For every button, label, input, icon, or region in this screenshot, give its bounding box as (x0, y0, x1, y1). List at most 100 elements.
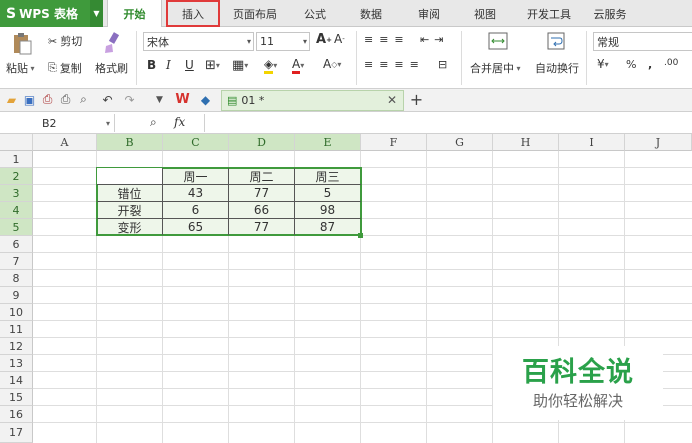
distribute-icon[interactable]: ⊟ (438, 58, 447, 71)
font-size-select[interactable]: 11 ▾ (256, 32, 310, 51)
italic-icon[interactable]: I (166, 58, 171, 72)
tab-review[interactable]: 审阅 (406, 0, 452, 27)
cell-e3[interactable]: 5 (295, 185, 360, 201)
row-header-9[interactable]: 9 (0, 287, 33, 304)
cut-button[interactable]: ✂ 剪切 (48, 33, 82, 49)
tab-developer[interactable]: 开发工具 (516, 0, 582, 27)
indent-icons[interactable]: ⇤⇥ (420, 33, 448, 46)
close-icon[interactable]: ✕ (387, 93, 397, 107)
row-header-5[interactable]: 5 (0, 219, 33, 236)
name-box[interactable]: B2 ▾ (0, 114, 115, 132)
row-header-6[interactable]: 6 (0, 236, 33, 253)
tab-page-layout[interactable]: 页面布局 (222, 0, 288, 27)
chevron-down-icon[interactable]: ▾ (106, 119, 110, 128)
cell-b3[interactable]: 错位 (97, 185, 162, 201)
tab-view[interactable]: 视图 (462, 0, 508, 27)
col-header-c[interactable]: C (163, 134, 229, 151)
row-header-14[interactable]: 14 (0, 372, 33, 389)
row-header-2[interactable]: 2 (0, 168, 33, 185)
increase-decimal-button[interactable]: .00 (664, 58, 678, 68)
row-header-10[interactable]: 10 (0, 304, 33, 321)
fx-icon[interactable]: fx (174, 115, 185, 129)
select-all-corner[interactable] (0, 134, 33, 151)
row-header-15[interactable]: 15 (0, 389, 33, 406)
cell-b5[interactable]: 变形 (97, 219, 162, 235)
underline-icon[interactable]: U (185, 58, 194, 72)
merge-center-button[interactable]: 合并居中 ▾ (470, 60, 521, 76)
copy-button[interactable]: ⎘ 复制 (48, 60, 82, 76)
cell-style-icon[interactable]: ▦ ▾ (232, 58, 248, 73)
border-icon[interactable]: ⊞ ▾ (205, 58, 220, 73)
save-icon[interactable]: ▣ (22, 92, 37, 107)
merge-center-icon[interactable] (487, 31, 509, 51)
cell-c2[interactable]: 周一 (163, 168, 228, 184)
cell-e2[interactable]: 周三 (295, 168, 360, 184)
row-header-12[interactable]: 12 (0, 338, 33, 355)
comma-button[interactable]: , (648, 58, 652, 71)
col-header-i[interactable]: I (559, 134, 625, 151)
undo-icon[interactable]: ↶ (100, 92, 115, 107)
cell-c5[interactable]: 65 (163, 219, 228, 235)
row-header-11[interactable]: 11 (0, 321, 33, 338)
format-painter-button[interactable]: 格式刷 (95, 60, 128, 76)
zoom-search-icon[interactable]: ⌕ (150, 115, 157, 130)
new-tab-icon[interactable]: + (409, 90, 424, 109)
col-header-g[interactable]: G (427, 134, 493, 151)
open-folder-icon[interactable]: ▰ (4, 92, 19, 107)
print-pdf-icon[interactable]: ⎙ (40, 92, 55, 107)
print-preview-icon[interactable]: ⌕ (76, 92, 91, 107)
wrap-text-button[interactable]: 自动换行 (535, 60, 579, 76)
row-header-17[interactable]: 17 (0, 423, 33, 443)
cell-d3[interactable]: 77 (229, 185, 294, 201)
font-name-select[interactable]: 宋体 ▾ (143, 32, 254, 51)
formula-input[interactable] (204, 114, 692, 132)
tab-insert[interactable]: 插入 (166, 0, 220, 27)
app-menu-button[interactable]: S WPS 表格 ▼ (0, 0, 103, 27)
tab-data[interactable]: 数据 (348, 0, 394, 27)
row-header-3[interactable]: 3 (0, 185, 33, 202)
chevron-down-icon[interactable]: ▼ (90, 0, 103, 27)
cell-c3[interactable]: 43 (163, 185, 228, 201)
paste-button[interactable]: 粘贴 ▾ (6, 60, 35, 76)
bold-icon[interactable]: B (147, 58, 156, 72)
shrink-font-icon[interactable]: A- (334, 32, 345, 46)
row-header-13[interactable]: 13 (0, 355, 33, 372)
percent-button[interactable]: % (626, 58, 636, 71)
row-header-1[interactable]: 1 (0, 151, 33, 168)
currency-icon[interactable]: ¥ ▾ (597, 57, 609, 71)
grow-font-icon[interactable]: A + (316, 32, 332, 47)
customize-dropdown-icon[interactable]: ▼ (152, 92, 167, 107)
fill-color-icon[interactable]: ◈ ▾ (264, 57, 277, 74)
cell-d2[interactable]: 周二 (229, 168, 294, 184)
col-header-b[interactable]: B (97, 134, 163, 151)
cell-b2[interactable] (97, 168, 162, 184)
document-tab[interactable]: ▤ 01 * ✕ (221, 90, 404, 111)
vertical-align-icons[interactable]: ≡≡≡ (364, 33, 410, 46)
col-header-e[interactable]: E (295, 134, 361, 151)
wps-w-icon[interactable]: W (175, 92, 190, 107)
col-header-d[interactable]: D (229, 134, 295, 151)
row-header-8[interactable]: 8 (0, 270, 33, 287)
col-header-h[interactable]: H (493, 134, 559, 151)
cell-d4[interactable]: 66 (229, 202, 294, 218)
cube-icon[interactable]: ◆ (198, 92, 213, 107)
brush-icon[interactable] (99, 31, 125, 55)
cell-e4[interactable]: 98 (295, 202, 360, 218)
col-header-a[interactable]: A (33, 134, 97, 151)
row-header-16[interactable]: 16 (0, 406, 33, 423)
wrap-text-icon[interactable] (546, 31, 566, 51)
tab-home[interactable]: 开始 (107, 0, 162, 28)
redo-icon[interactable]: ↷ (122, 92, 137, 107)
tab-cloud[interactable]: 云服务 (582, 0, 638, 27)
row-header-7[interactable]: 7 (0, 253, 33, 270)
col-header-f[interactable]: F (361, 134, 427, 151)
paste-icon[interactable] (10, 31, 34, 57)
tab-formulas[interactable]: 公式 (292, 0, 338, 27)
cell-e5[interactable]: 87 (295, 219, 360, 235)
cell-d5[interactable]: 77 (229, 219, 294, 235)
col-header-j[interactable]: J (625, 134, 692, 151)
number-format-select[interactable]: 常规 (593, 32, 692, 51)
row-header-4[interactable]: 4 (0, 202, 33, 219)
horizontal-align-icons[interactable]: ≡≡≡≡ (364, 58, 425, 71)
print-icon[interactable]: ⎙ (58, 92, 73, 107)
